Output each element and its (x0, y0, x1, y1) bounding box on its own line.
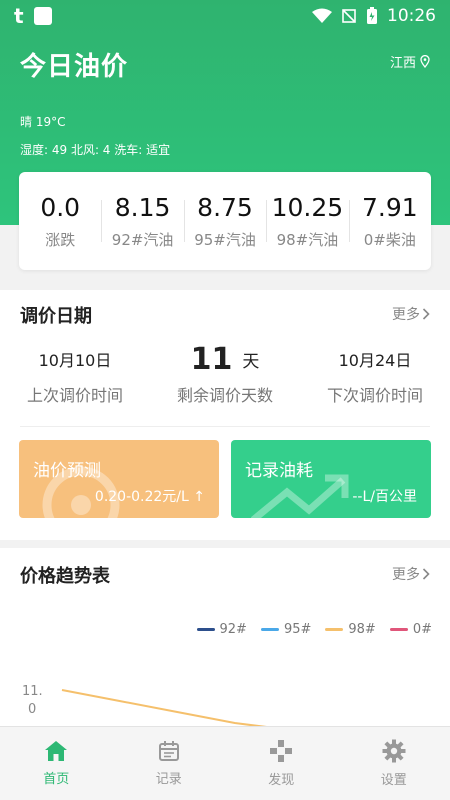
next-adjust: 10月24日 下次调价时间 (300, 340, 450, 406)
home-icon (45, 741, 68, 761)
legend-swatch (325, 628, 344, 631)
adjust-dates: 10月10日 上次调价时间 11 天 剩余调价天数 10月24日 下次调价时间 (0, 340, 450, 406)
weather-details: 湿度: 49 北风: 4 洗车: 适宜 (20, 143, 171, 157)
price-trend-section: 价格趋势表 更多 92# 95# 98# 0# 11. 0 (0, 548, 450, 738)
price-label: 92#汽油 (111, 230, 174, 249)
tab-discover[interactable]: 发现 (225, 727, 338, 800)
forecast-value: 0.20-0.22元/L ↑ (94, 489, 205, 505)
remaining-days-number: 11 (190, 341, 233, 377)
price-card: 0.0 涨跌 8.15 92#汽油 8.75 95#汽油 10.25 98#汽油… (19, 172, 431, 270)
tab-home[interactable]: 首页 (0, 727, 113, 800)
remaining-days-label: 剩余调价天数 (176, 386, 273, 405)
gear-icon (382, 739, 406, 763)
adjust-more-link[interactable]: 更多 (392, 304, 430, 324)
adjust-date-section: 调价日期 更多 10月10日 上次调价时间 11 天 剩余调价天数 10月24日… (0, 290, 450, 540)
tab-settings[interactable]: 设置 (338, 727, 450, 800)
price-value: 0.0 (40, 192, 81, 222)
remaining-days-value: 11 天 (191, 340, 260, 378)
price-label: 98#汽油 (276, 230, 339, 249)
discover-icon (270, 740, 293, 762)
legend-item-0: 0# (389, 622, 432, 637)
page-title: 今日油价 (20, 52, 129, 82)
section-divider (20, 426, 430, 427)
more-label: 更多 (392, 567, 420, 583)
legend-item-98: 98# (325, 622, 376, 637)
legend-item-92: 92# (196, 622, 247, 637)
weather-text: 晴 19°C (20, 115, 66, 129)
price-value: 8.15 (114, 192, 171, 222)
no-signal-icon (342, 9, 356, 23)
remaining-days: 11 天 剩余调价天数 (150, 340, 300, 406)
price-item-92: 8.15 92#汽油 (101, 186, 183, 256)
chevron-right-icon (422, 308, 430, 320)
chevron-right-icon (422, 568, 430, 580)
price-label: 涨跌 (45, 230, 76, 249)
fuel-record-card[interactable]: 记录油耗 --L/百公里 (231, 440, 431, 518)
bottom-tab-bar: 首页 记录 发现 设置 (0, 726, 450, 800)
price-label: 95#汽油 (194, 230, 256, 249)
record-title: 记录油耗 (245, 461, 313, 481)
last-adjust-label: 上次调价时间 (26, 386, 123, 405)
trend-more-link[interactable]: 更多 (392, 564, 430, 584)
status-time: 10:26 (387, 6, 436, 26)
price-value: 10.25 (271, 192, 344, 222)
adjust-section-title: 调价日期 (20, 306, 92, 327)
location-label: 江西 (389, 56, 416, 71)
y-tick-label: 0 (28, 702, 36, 717)
chart-legend: 92# 95# 98# 0# (196, 622, 432, 637)
legend-label: 98# (348, 622, 376, 637)
location-selector[interactable]: 江西 (390, 52, 430, 71)
price-item-98: 10.25 98#汽油 (266, 186, 348, 256)
price-label: 0#柴油 (363, 230, 416, 249)
record-value: --L/百公里 (352, 489, 417, 505)
status-bar: t 10:26 (0, 0, 450, 32)
tab-record[interactable]: 记录 (113, 727, 226, 800)
legend-label: 92# (219, 622, 247, 637)
tab-label: 首页 (43, 772, 70, 787)
legend-swatch (260, 628, 279, 631)
y-tick-label: 11. (22, 684, 43, 699)
more-label: 更多 (392, 307, 420, 323)
price-item-change: 0.0 涨跌 (19, 186, 101, 256)
legend-label: 0# (412, 622, 432, 637)
price-item-diesel: 7.91 0#柴油 (348, 186, 431, 256)
tab-label: 发现 (268, 773, 295, 788)
forecast-title: 油价预测 (33, 461, 101, 481)
price-value: 8.75 (197, 192, 253, 222)
legend-swatch (389, 628, 408, 631)
tab-label: 记录 (155, 772, 182, 787)
price-forecast-card[interactable]: 油价预测 0.20-0.22元/L ↑ (19, 440, 219, 518)
wifi-icon (312, 8, 332, 23)
app-notification-icon: t (14, 4, 24, 28)
battery-icon (367, 7, 377, 24)
legend-label: 95# (283, 622, 312, 637)
next-adjust-date: 10月24日 (338, 351, 412, 370)
remaining-days-unit: 天 (242, 351, 260, 372)
location-pin-icon (420, 55, 430, 68)
notification-square-icon (33, 7, 52, 25)
legend-item-95: 95# (260, 622, 312, 637)
legend-swatch (196, 628, 215, 631)
calendar-icon (158, 741, 179, 761)
last-adjust: 10月10日 上次调价时间 (0, 340, 150, 406)
trend-section-title: 价格趋势表 (20, 566, 110, 587)
price-item-95: 8.75 95#汽油 (183, 186, 266, 256)
last-adjust-date: 10月10日 (38, 351, 112, 370)
price-value: 7.91 (361, 192, 418, 222)
next-adjust-label: 下次调价时间 (326, 386, 423, 405)
tab-label: 设置 (380, 773, 407, 788)
